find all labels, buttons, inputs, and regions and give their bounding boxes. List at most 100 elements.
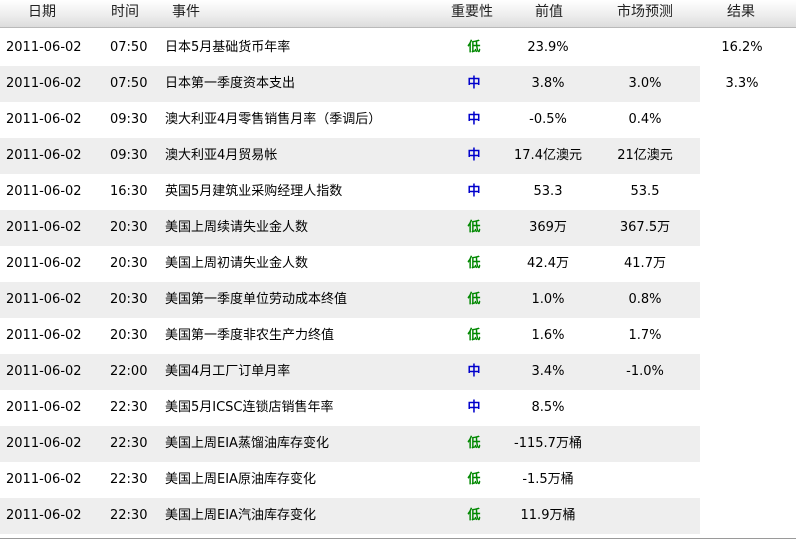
cell-previous: 42.4万 [527, 256, 569, 271]
table-row: 2011-06-02 22:30 美国上周EIA汽油库存变化 低 11.9万桶 [0, 498, 796, 534]
cell-previous: 11.9万桶 [520, 508, 576, 523]
cell-date: 2011-06-02 [6, 364, 82, 379]
cell-event: 美国上周EIA汽油库存变化 [165, 508, 316, 523]
cell-importance: 低 [467, 40, 481, 55]
table-row: 2011-06-02 20:30 美国第一季度单位劳动成本终值 低 1.0% 0.8% [0, 282, 796, 318]
cell-forecast: 1.7% [628, 328, 662, 343]
cell-importance: 中 [467, 400, 481, 415]
cell-result [700, 210, 784, 246]
cell-time: 07:50 [110, 40, 148, 55]
cell-date: 2011-06-02 [6, 40, 82, 55]
cell-result: 16.2% [721, 40, 763, 55]
cell-event: 英国5月建筑业采购经理人指数 [165, 184, 343, 199]
cell-result [700, 246, 784, 282]
cell-forecast: 41.7万 [624, 256, 666, 271]
cell-forecast [595, 498, 695, 534]
cell-event: 美国4月工厂订单月率 [165, 364, 291, 379]
cell-result [700, 498, 784, 534]
cell-importance: 低 [467, 328, 481, 343]
cell-importance: 中 [467, 76, 481, 91]
cell-previous: 8.5% [531, 400, 565, 415]
cell-time: 20:30 [110, 220, 148, 235]
cell-previous: 3.4% [531, 364, 565, 379]
cell-date: 2011-06-02 [6, 112, 82, 127]
cell-previous: 1.0% [531, 292, 565, 307]
cell-forecast: 0.8% [628, 292, 662, 307]
cell-event: 澳大利亚4月贸易帐 [165, 148, 278, 163]
cell-result [700, 174, 784, 210]
cell-event: 美国第一季度非农生产力终值 [165, 328, 335, 343]
cell-time: 22:30 [110, 400, 148, 415]
cell-previous: -0.5% [529, 112, 567, 127]
cell-forecast [595, 426, 695, 462]
table-row: 2011-06-02 20:30 美国第一季度非农生产力终值 低 1.6% 1.7% [0, 318, 796, 354]
table-row: 2011-06-02 20:30 美国上周续请失业金人数 低 369万 367.5万 [0, 210, 796, 246]
cell-time: 07:50 [110, 76, 148, 91]
cell-forecast [595, 390, 695, 426]
header-importance[interactable]: 重要性 [451, 0, 493, 27]
table-header: 日期 时间 事件 重要性 前值 市场预测 结果 [0, 0, 796, 28]
cell-forecast: 21亿澳元 [617, 148, 673, 163]
cell-importance: 低 [467, 256, 481, 271]
header-result[interactable]: 结果 [727, 0, 755, 27]
cell-date: 2011-06-02 [6, 436, 82, 451]
cell-previous: 1.6% [531, 328, 565, 343]
table-row: 2011-06-02 07:50 日本5月基础货币年率 低 23.9% 16.2% [0, 30, 796, 66]
cell-importance: 中 [467, 112, 481, 127]
table-row: 2011-06-02 20:30 美国上周初请失业金人数 低 42.4万 41.7万 [0, 246, 796, 282]
table-row: 2011-06-02 16:30 英国5月建筑业采购经理人指数 中 53.3 53.5 [0, 174, 796, 210]
cell-result [700, 102, 784, 138]
table-row: 2011-06-02 22:00 美国4月工厂订单月率 中 3.4% -1.0% [0, 354, 796, 390]
cell-time: 20:30 [110, 256, 148, 271]
cell-time: 22:30 [110, 436, 148, 451]
cell-event: 美国5月ICSC连锁店销售年率 [165, 400, 334, 415]
cell-forecast: 0.4% [628, 112, 662, 127]
header-forecast[interactable]: 市场预测 [617, 0, 673, 27]
cell-forecast [595, 30, 695, 66]
cell-time: 20:30 [110, 328, 148, 343]
cell-time: 16:30 [110, 184, 148, 199]
cell-forecast: 3.0% [628, 76, 662, 91]
cell-previous: 53.3 [533, 184, 563, 199]
cell-date: 2011-06-02 [6, 220, 82, 235]
cell-result [700, 318, 784, 354]
cell-event: 日本5月基础货币年率 [165, 40, 291, 55]
cell-date: 2011-06-02 [6, 400, 82, 415]
cell-time: 09:30 [110, 112, 148, 127]
cell-importance: 中 [467, 364, 481, 379]
cell-event: 美国上周EIA原油库存变化 [165, 472, 316, 487]
header-date[interactable]: 日期 [28, 0, 56, 27]
cell-event: 美国上周续请失业金人数 [165, 220, 309, 235]
cell-time: 20:30 [110, 292, 148, 307]
cell-result: 3.3% [725, 76, 759, 91]
cell-result [700, 390, 784, 426]
cell-forecast: 367.5万 [619, 220, 671, 235]
cell-event: 美国上周EIA蒸馏油库存变化 [165, 436, 329, 451]
header-previous[interactable]: 前值 [535, 0, 563, 27]
header-time[interactable]: 时间 [111, 0, 139, 27]
cell-result [700, 282, 784, 318]
cell-date: 2011-06-02 [6, 292, 82, 307]
cell-importance: 中 [467, 148, 481, 163]
cell-previous: 23.9% [527, 40, 569, 55]
header-event[interactable]: 事件 [172, 0, 200, 27]
cell-previous: -1.5万桶 [522, 472, 574, 487]
cell-importance: 低 [467, 220, 481, 235]
table-row: 2011-06-02 09:30 澳大利亚4月贸易帐 中 17.4亿澳元 21亿澳元 [0, 138, 796, 174]
cell-event: 日本第一季度资本支出 [165, 76, 296, 91]
cell-date: 2011-06-02 [6, 148, 82, 163]
cell-event: 美国上周初请失业金人数 [165, 256, 309, 271]
cell-date: 2011-06-02 [6, 256, 82, 271]
cell-time: 22:30 [110, 508, 148, 523]
cell-importance: 低 [467, 292, 481, 307]
cell-result [700, 426, 784, 462]
table-row: 2011-06-02 07:50 日本第一季度资本支出 中 3.8% 3.0% 3.3% [0, 66, 796, 102]
cell-forecast: 53.5 [630, 184, 660, 199]
cell-importance: 中 [467, 184, 481, 199]
cell-previous: 17.4亿澳元 [514, 148, 582, 163]
cell-date: 2011-06-02 [6, 76, 82, 91]
cell-result [700, 462, 784, 498]
cell-event: 美国第一季度单位劳动成本终值 [165, 292, 348, 307]
cell-forecast: -1.0% [626, 364, 664, 379]
cell-date: 2011-06-02 [6, 472, 82, 487]
